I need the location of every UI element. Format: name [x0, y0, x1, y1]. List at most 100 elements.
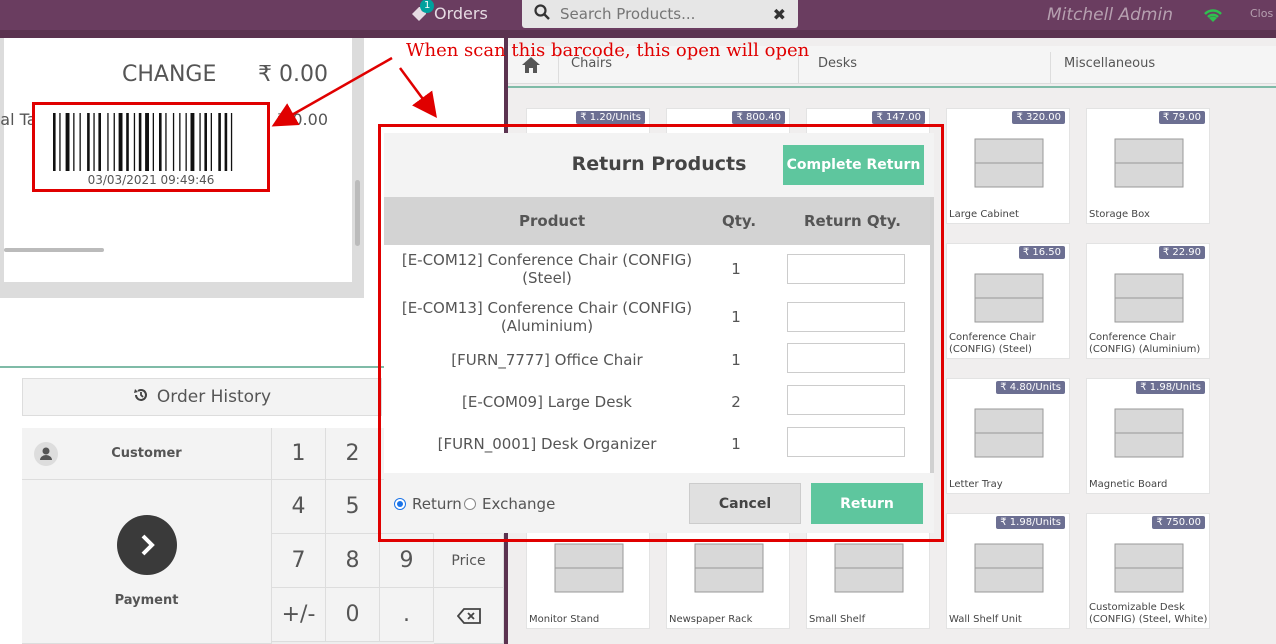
numpad-key[interactable]: 2 — [326, 428, 380, 480]
product-image — [1101, 127, 1197, 197]
payment-button[interactable]: Payment — [22, 480, 272, 644]
radio-exchange[interactable]: Exchange — [464, 495, 555, 513]
row-product: [FURN_7777] Office Chair — [451, 351, 643, 369]
search-input[interactable] — [560, 5, 760, 23]
payment-label: Payment — [114, 593, 179, 608]
return-qty-input[interactable] — [787, 302, 905, 332]
product-name: Conference Chair (CONFIG) (Aluminium) — [1089, 332, 1201, 355]
wifi-icon — [1202, 6, 1224, 28]
product-card[interactable]: ₹ 1.98/Units Wall Shelf Unit — [946, 513, 1070, 629]
dialog-header: Return Products Complete Return — [384, 133, 934, 197]
product-image — [961, 397, 1057, 467]
customer-label: Customer — [111, 446, 182, 461]
product-name: Wall Shelf Unit — [949, 614, 1022, 625]
change-label: CHANGE — [122, 62, 217, 87]
numpad-key[interactable]: +/- — [272, 588, 326, 642]
row-product: [E-COM09] Large Desk — [462, 393, 632, 411]
search-box[interactable]: ✖ — [522, 0, 798, 28]
row-qty: 1 — [731, 435, 741, 453]
radio-exchange-label: Exchange — [482, 495, 556, 513]
radio-return-dot[interactable] — [394, 498, 406, 510]
product-price: ₹ 16.50 — [1018, 246, 1065, 259]
barcode-date: 03/03/2021 09:49:46 — [87, 173, 215, 187]
product-price: ₹ 750.00 — [1152, 516, 1205, 529]
product-image — [1101, 397, 1197, 467]
return-qty-input[interactable] — [787, 254, 905, 284]
order-history-button[interactable]: Order History — [22, 378, 382, 416]
product-card[interactable]: ₹ 16.50 Conference Chair (CONFIG) (Steel) — [946, 243, 1070, 359]
product-price: ₹ 320.00 — [1012, 111, 1065, 124]
product-price: ₹ 4.80/Units — [996, 381, 1065, 394]
product-card[interactable]: ₹ 1.98/Units Magnetic Board — [1086, 378, 1210, 494]
radio-return-label: Return — [412, 495, 462, 513]
product-card[interactable]: ₹ 750.00 Customizable Desk (CONFIG) (Stee… — [1086, 513, 1210, 629]
dialog-footer: Return Exchange Cancel Return — [384, 473, 934, 533]
product-price: ₹ 22.90 — [1158, 246, 1205, 259]
product-card[interactable]: ₹ 320.00 Large Cabinet — [946, 108, 1070, 224]
product-card[interactable]: ₹ 22.90 Conference Chair (CONFIG) (Alumin… — [1086, 243, 1210, 359]
chevron-right-icon — [116, 515, 177, 575]
backspace-icon[interactable] — [434, 588, 504, 644]
product-image — [961, 532, 1057, 602]
return-qty-input[interactable] — [787, 385, 905, 415]
radio-exchange-dot[interactable] — [464, 498, 476, 510]
orders-button[interactable]: 1 Orders — [410, 0, 488, 23]
table-row: [E-COM12] Conference Chair (CONFIG) (Ste… — [384, 251, 930, 291]
product-image — [821, 532, 917, 602]
clear-search-icon[interactable]: ✖ — [773, 5, 786, 24]
change-row: CHANGE ₹ 0.00 — [122, 62, 328, 87]
product-price: ₹ 79.00 — [1158, 111, 1205, 124]
numpad-key[interactable]: . — [380, 588, 434, 642]
numpad-key[interactable]: 1 — [272, 428, 326, 480]
dialog-scrollbar[interactable] — [930, 197, 934, 473]
return-qty-input[interactable] — [787, 343, 905, 373]
product-card[interactable]: ₹ 79.00 Storage Box — [1086, 108, 1210, 224]
return-qty-input[interactable] — [787, 427, 905, 457]
product-card[interactable]: ₹ 4.80/Units Letter Tray — [946, 378, 1070, 494]
cancel-button[interactable]: Cancel — [689, 483, 801, 524]
numpad-key[interactable]: 8 — [326, 534, 380, 588]
product-name: Large Cabinet — [949, 209, 1019, 220]
numpad-key[interactable]: 0 — [326, 588, 380, 642]
category-separator — [1050, 52, 1051, 84]
order-history-label: Order History — [156, 387, 272, 407]
receipt-scrollbar-horizontal[interactable] — [4, 248, 104, 252]
close-button[interactable]: Clos — [1250, 7, 1273, 20]
numpad-key[interactable]: 7 — [272, 534, 326, 588]
product-image — [541, 532, 637, 602]
radio-return[interactable]: Return — [394, 495, 462, 513]
table-row: [E-COM13] Conference Chair (CONFIG) (Alu… — [384, 299, 930, 339]
product-image — [1101, 532, 1197, 602]
product-image — [961, 127, 1057, 197]
numpad-key[interactable]: 4 — [272, 480, 326, 534]
numpad-key[interactable]: 5 — [326, 480, 380, 534]
table-row: [E-COM09] Large Desk 2 — [384, 385, 930, 429]
row-qty: 1 — [731, 308, 741, 326]
table-row: [FURN_0001] Desk Organizer 1 — [384, 427, 930, 471]
product-name: Conference Chair (CONFIG) (Steel) — [949, 332, 1036, 355]
row-qty: 1 — [731, 351, 741, 369]
category-miscellaneous[interactable]: Miscellaneous — [1064, 56, 1155, 71]
numpad-key[interactable]: 9 — [380, 534, 434, 588]
product-name: Letter Tray — [949, 479, 1003, 490]
product-name: Newspaper Rack — [669, 614, 753, 625]
tag-icon: 1 — [410, 0, 435, 23]
receipt: CHANGE ₹ 0.00 tal Taxes ₹ 0.00 03/03/202… — [0, 38, 352, 282]
orders-badge: 1 — [420, 0, 435, 13]
col-qty: Qty. — [722, 212, 757, 230]
customer-button[interactable]: Customer — [22, 428, 272, 480]
product-image — [1101, 262, 1197, 332]
row-product: [E-COM13] Conference Chair (CONFIG) (Alu… — [401, 299, 693, 335]
receipt-scrollbar-vertical[interactable] — [355, 180, 360, 246]
product-price: ₹ 1.20/Units — [576, 111, 645, 124]
product-name: Magnetic Board — [1089, 479, 1168, 490]
numpad-key[interactable]: Price — [434, 534, 504, 588]
row-product: [FURN_0001] Desk Organizer — [437, 435, 657, 453]
product-name: Monitor Stand — [529, 614, 600, 625]
taxes-value: ₹ 0.00 — [277, 110, 328, 129]
category-desks[interactable]: Desks — [818, 56, 857, 71]
product-name: Small Shelf — [809, 614, 866, 625]
col-product: Product — [519, 212, 586, 230]
complete-return-button[interactable]: Complete Return — [783, 145, 924, 185]
return-button[interactable]: Return — [811, 483, 923, 524]
